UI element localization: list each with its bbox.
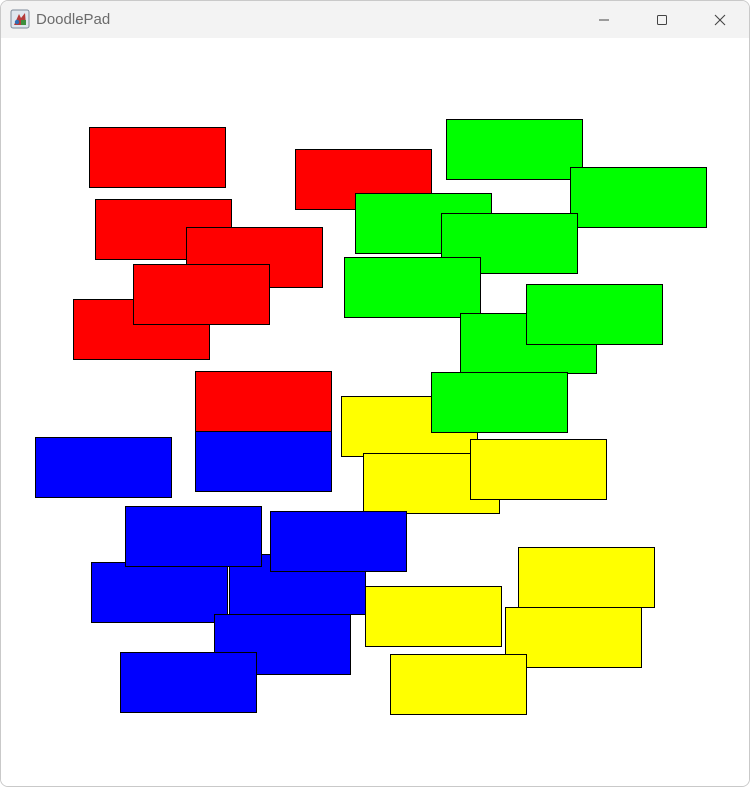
green-rectangle[interactable] [431, 372, 568, 433]
maximize-button[interactable] [633, 1, 691, 38]
blue-rectangle[interactable] [120, 652, 257, 713]
red-rectangle[interactable] [195, 371, 332, 432]
blue-rectangle[interactable] [91, 562, 228, 623]
green-rectangle[interactable] [446, 119, 583, 180]
green-rectangle[interactable] [526, 284, 663, 345]
blue-rectangle[interactable] [195, 431, 332, 492]
red-rectangle[interactable] [89, 127, 226, 188]
close-button[interactable] [691, 1, 749, 38]
blue-rectangle[interactable] [35, 437, 172, 498]
yellow-rectangle[interactable] [518, 547, 655, 608]
maximize-icon [657, 14, 667, 25]
blue-rectangle[interactable] [125, 506, 262, 567]
yellow-rectangle[interactable] [390, 654, 527, 715]
green-rectangle[interactable] [344, 257, 481, 318]
doodlepad-app-icon [10, 9, 30, 29]
close-icon [714, 14, 726, 25]
minimize-icon [599, 19, 609, 20]
red-rectangle[interactable] [133, 264, 270, 325]
minimize-button[interactable] [575, 1, 633, 38]
blue-rectangle[interactable] [270, 511, 407, 572]
window-title: DoodlePad [36, 11, 111, 28]
drawing-canvas[interactable] [1, 38, 749, 786]
yellow-rectangle[interactable] [365, 586, 502, 647]
yellow-rectangle[interactable] [470, 439, 607, 500]
doodlepad-window: DoodlePad [0, 0, 750, 787]
title-bar[interactable]: DoodlePad [1, 1, 749, 38]
green-rectangle[interactable] [570, 167, 707, 228]
